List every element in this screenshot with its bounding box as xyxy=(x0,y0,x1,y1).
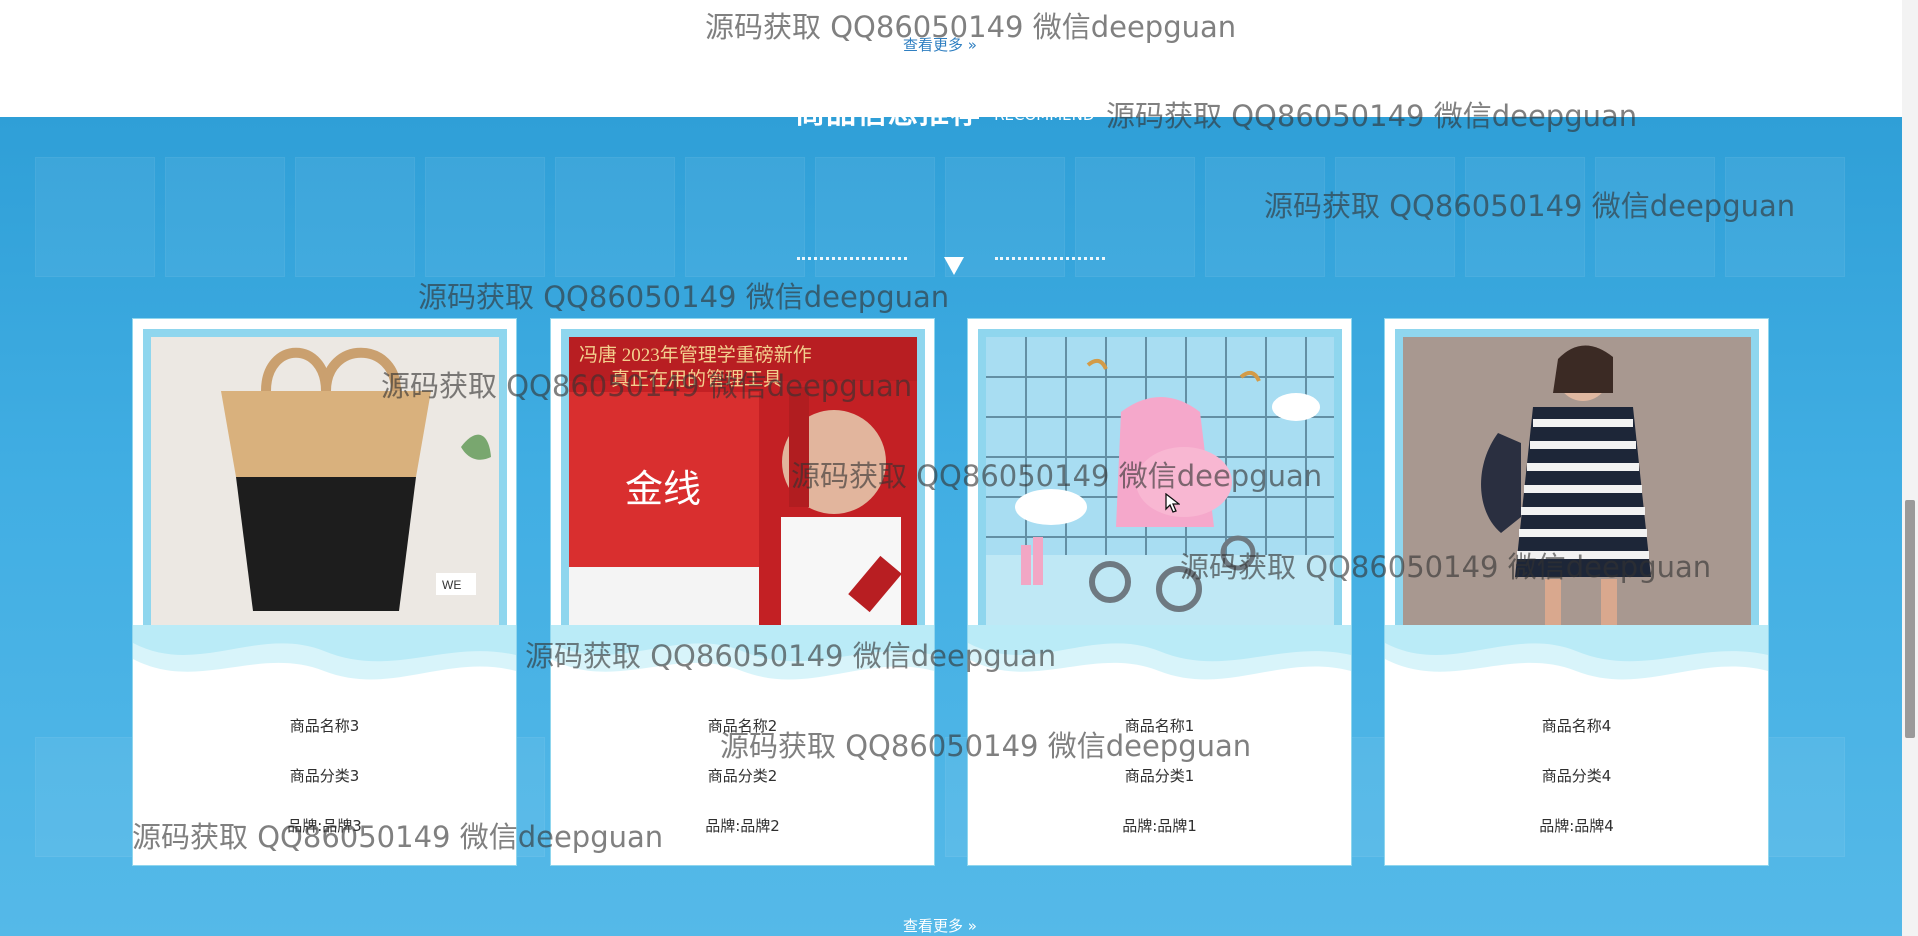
watermark: 源码获取 QQ86050149 微信deepguan xyxy=(381,369,913,403)
watermark: 源码获取 QQ86050149 微信deepguan xyxy=(418,280,950,314)
watermark: 源码获取 QQ86050149 微信deepguan xyxy=(791,459,1323,493)
mouse-pointer-icon xyxy=(1165,493,1180,513)
product-category: 商品分类2 xyxy=(707,767,778,785)
title-divider-arrow-icon xyxy=(944,257,964,275)
watermark: 源码获取 QQ86050149 微信deepguan xyxy=(1180,550,1712,584)
bottom-view-more-link[interactable]: 查看更多 » xyxy=(903,915,977,936)
watermark: 源码获取 QQ86050149 微信deepguan xyxy=(720,729,1252,763)
product-name: 商品名称4 xyxy=(1541,717,1612,735)
watermark: 源码获取 QQ86050149 微信deepguan xyxy=(525,639,1057,673)
svg-text:WE: WE xyxy=(442,578,461,592)
product-card-1[interactable]: 商品名称1 商品分类1 品牌:品牌1 xyxy=(967,318,1352,866)
svg-text:金线: 金线 xyxy=(625,467,701,511)
product-category: 商品分类4 xyxy=(1541,767,1612,785)
product-card-4[interactable]: 商品名称4 商品分类4 品牌:品牌4 xyxy=(1384,318,1769,866)
product-image[interactable] xyxy=(1395,329,1759,639)
product-category: 商品分类1 xyxy=(1124,767,1195,785)
watermark: 源码获取 QQ86050149 微信deepguan xyxy=(705,10,1237,44)
product-name: 商品名称3 xyxy=(289,717,360,735)
product-category: 商品分类3 xyxy=(289,767,360,785)
section-title-sub: RECOMMEND xyxy=(994,106,1095,124)
section-title: 商品信息推荐 RECOMMEND xyxy=(795,88,1094,132)
product-brand: 品牌:品牌4 xyxy=(1539,817,1614,835)
watermark: 源码获取 QQ86050149 微信deepguan xyxy=(1264,189,1796,223)
watermark: 源码获取 QQ86050149 微信deepguan xyxy=(1106,99,1638,133)
title-divider-right xyxy=(995,257,1105,260)
title-divider-left xyxy=(797,257,907,260)
product-brand: 品牌:品牌1 xyxy=(1122,817,1197,835)
watermark: 源码获取 QQ86050149 微信deepguan xyxy=(132,820,664,854)
vertical-scrollbar[interactable] xyxy=(1902,0,1918,936)
scrollbar-thumb[interactable] xyxy=(1905,500,1915,738)
section-title-main: 商品信息推荐 xyxy=(795,96,981,131)
